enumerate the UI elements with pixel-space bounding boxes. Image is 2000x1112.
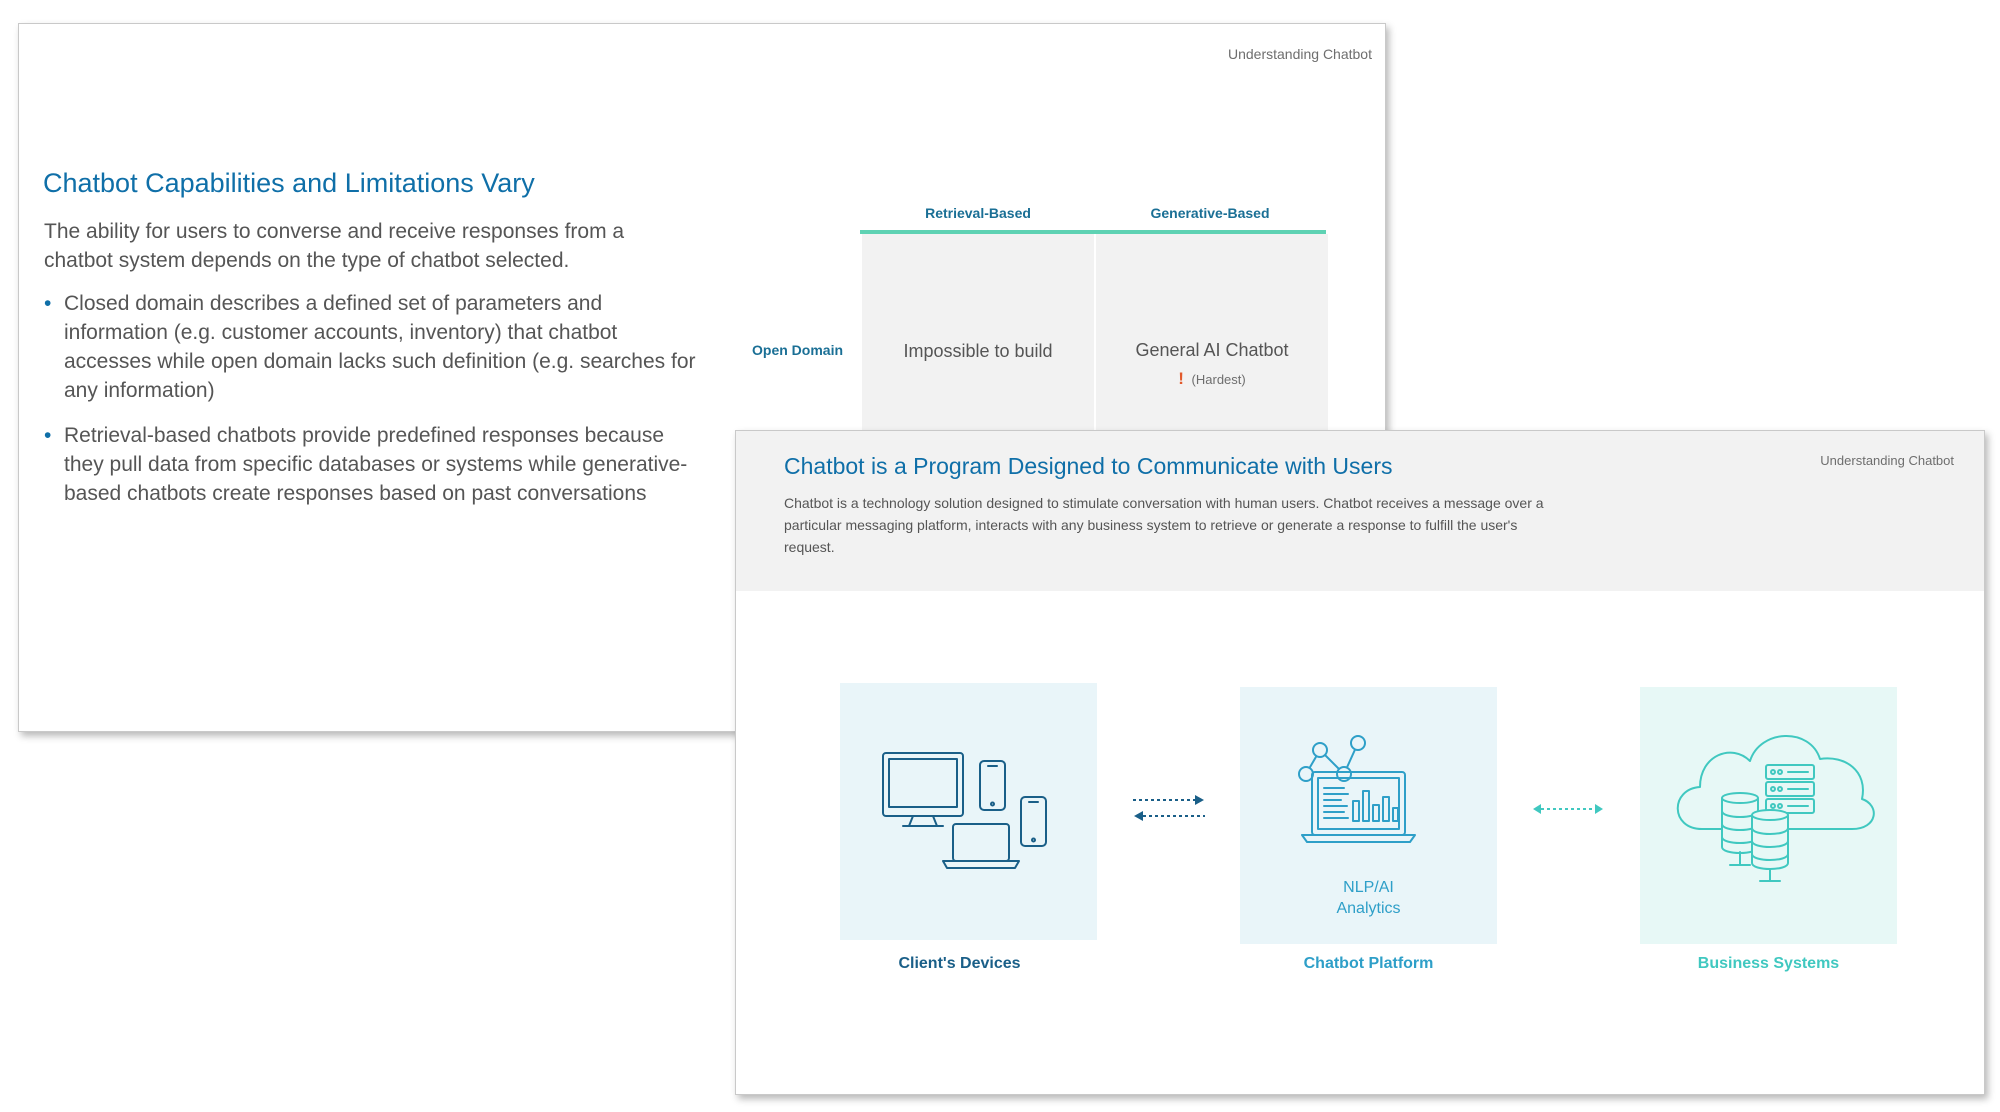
hardest-label: (Hardest) xyxy=(1191,372,1246,387)
matrix-row-open-domain: Open Domain xyxy=(752,342,844,358)
hardest-note: ! (Hardest) xyxy=(1096,369,1328,389)
chatbot-platform-caption: Chatbot Platform xyxy=(1303,955,1434,972)
matrix-cell-text-impossible: Impossible to build xyxy=(903,341,1053,361)
matrix-column-generative: Generative-Based xyxy=(1150,205,1270,221)
platform-inner-label-line2: Analytics xyxy=(1336,900,1401,917)
intro-paragraph: The ability for users to converse and re… xyxy=(44,220,625,272)
devices-icon xyxy=(882,752,1047,869)
bullet-text: Retrieval-based chatbots provide predefi… xyxy=(64,424,688,505)
slide-tag: Understanding Chatbot xyxy=(1228,46,1372,62)
bullet-closed-domain: • Closed domain describes a defined set … xyxy=(44,289,704,405)
platform-inner-label-line1: NLP/AI xyxy=(1343,879,1394,896)
bullet-dot: • xyxy=(44,292,52,315)
matrix-column-retrieval: Retrieval-Based xyxy=(925,205,1031,221)
slide-title: Chatbot Capabilities and Limitations Var… xyxy=(43,168,535,198)
slide-tag: Understanding Chatbot xyxy=(1820,453,1954,468)
bidirectional-arrow-icon xyxy=(1533,804,1603,814)
slide-description: Chatbot is a technology solution designe… xyxy=(784,495,1544,555)
platform-inner-label: NLP/AI Analytics xyxy=(1240,877,1497,919)
bullet-text: Closed domain describes a defined set of… xyxy=(64,292,696,402)
chatbot-platform-tile: NLP/AI Analytics xyxy=(1240,687,1497,944)
bidirectional-arrows-icon xyxy=(1133,795,1205,821)
bullet-retrieval-based: • Retrieval-based chatbots provide prede… xyxy=(44,421,704,508)
slide-chatbot-program: Chatbot is a Program Designed to Communi… xyxy=(735,430,1985,1095)
matrix-cell-text-general-ai: General AI Chatbot xyxy=(1135,340,1289,360)
warning-icon: ! xyxy=(1178,369,1184,388)
business-systems-caption: Business Systems xyxy=(1697,955,1840,972)
cloud-database-icon xyxy=(1676,735,1875,882)
slide-title: Chatbot is a Program Designed to Communi… xyxy=(784,453,1393,479)
bullet-dot: • xyxy=(44,424,52,447)
client-devices-caption: Client's Devices xyxy=(898,955,1021,972)
business-systems-tile xyxy=(1640,687,1897,944)
client-devices-tile xyxy=(840,683,1097,940)
